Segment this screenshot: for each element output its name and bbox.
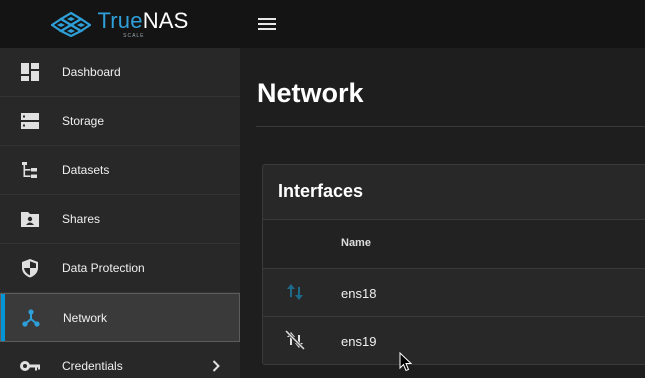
sidebar-item-label: Data Protection [62, 261, 145, 275]
app-root: TrueNAS SCALE Dashboard Storage Datasets… [0, 0, 645, 378]
sidebar-item-datasets[interactable]: Datasets [0, 146, 240, 195]
sidebar-item-data-protection[interactable]: Data Protection [0, 244, 240, 293]
column-header-name[interactable]: Name [341, 237, 371, 249]
sidebar-item-label: Storage [62, 114, 105, 128]
logo-edition: SCALE [123, 32, 145, 39]
network-icon [19, 306, 43, 330]
sidebar-item-dashboard[interactable]: Dashboard [0, 48, 240, 97]
truenas-logo[interactable]: TrueNAS SCALE [0, 0, 240, 48]
table-row[interactable]: ens18 [263, 268, 645, 316]
top-bar: TrueNAS SCALE [0, 0, 645, 48]
sidebar-item-label: Credentials [62, 359, 123, 373]
table-header-row: Name [263, 220, 645, 268]
datasets-icon [18, 158, 42, 182]
key-icon [18, 354, 42, 378]
link-down-arrows-icon [284, 329, 306, 351]
dashboard-icon [18, 60, 42, 84]
table-row[interactable]: ens19 [263, 316, 645, 364]
shield-icon [18, 256, 42, 280]
main-content: Network Interfaces Name ens18 ens19 [240, 48, 645, 378]
interfaces-card: Interfaces Name ens18 ens19 [262, 164, 645, 365]
interface-name: ens19 [341, 334, 377, 349]
sidebar-item-label: Datasets [62, 163, 110, 177]
sidebar: Dashboard Storage Datasets Shares Data P… [0, 48, 240, 378]
chevron-right-icon [212, 360, 220, 372]
interface-name: ens18 [341, 286, 377, 301]
link-up-arrows-icon [287, 284, 303, 300]
sidebar-item-label: Shares [62, 212, 101, 226]
storage-icon [18, 109, 42, 133]
mouse-pointer-icon [399, 352, 413, 372]
sidebar-item-label: Network [63, 310, 108, 325]
interfaces-card-title: Interfaces [278, 181, 364, 201]
logo-wordmark: TrueNAS [97, 7, 189, 33]
sidebar-item-storage[interactable]: Storage [0, 97, 240, 146]
page-title: Network [257, 78, 364, 108]
sidebar-item-label: Dashboard [62, 65, 121, 79]
sidebar-item-credentials[interactable]: Credentials [0, 342, 240, 378]
sidebar-item-network[interactable]: Network [0, 293, 240, 342]
sidebar-item-shares[interactable]: Shares [0, 195, 240, 244]
shares-icon [18, 207, 42, 231]
title-divider [256, 126, 645, 127]
hamburger-menu-icon[interactable] [258, 15, 282, 33]
truenas-logo-icon [51, 11, 92, 37]
